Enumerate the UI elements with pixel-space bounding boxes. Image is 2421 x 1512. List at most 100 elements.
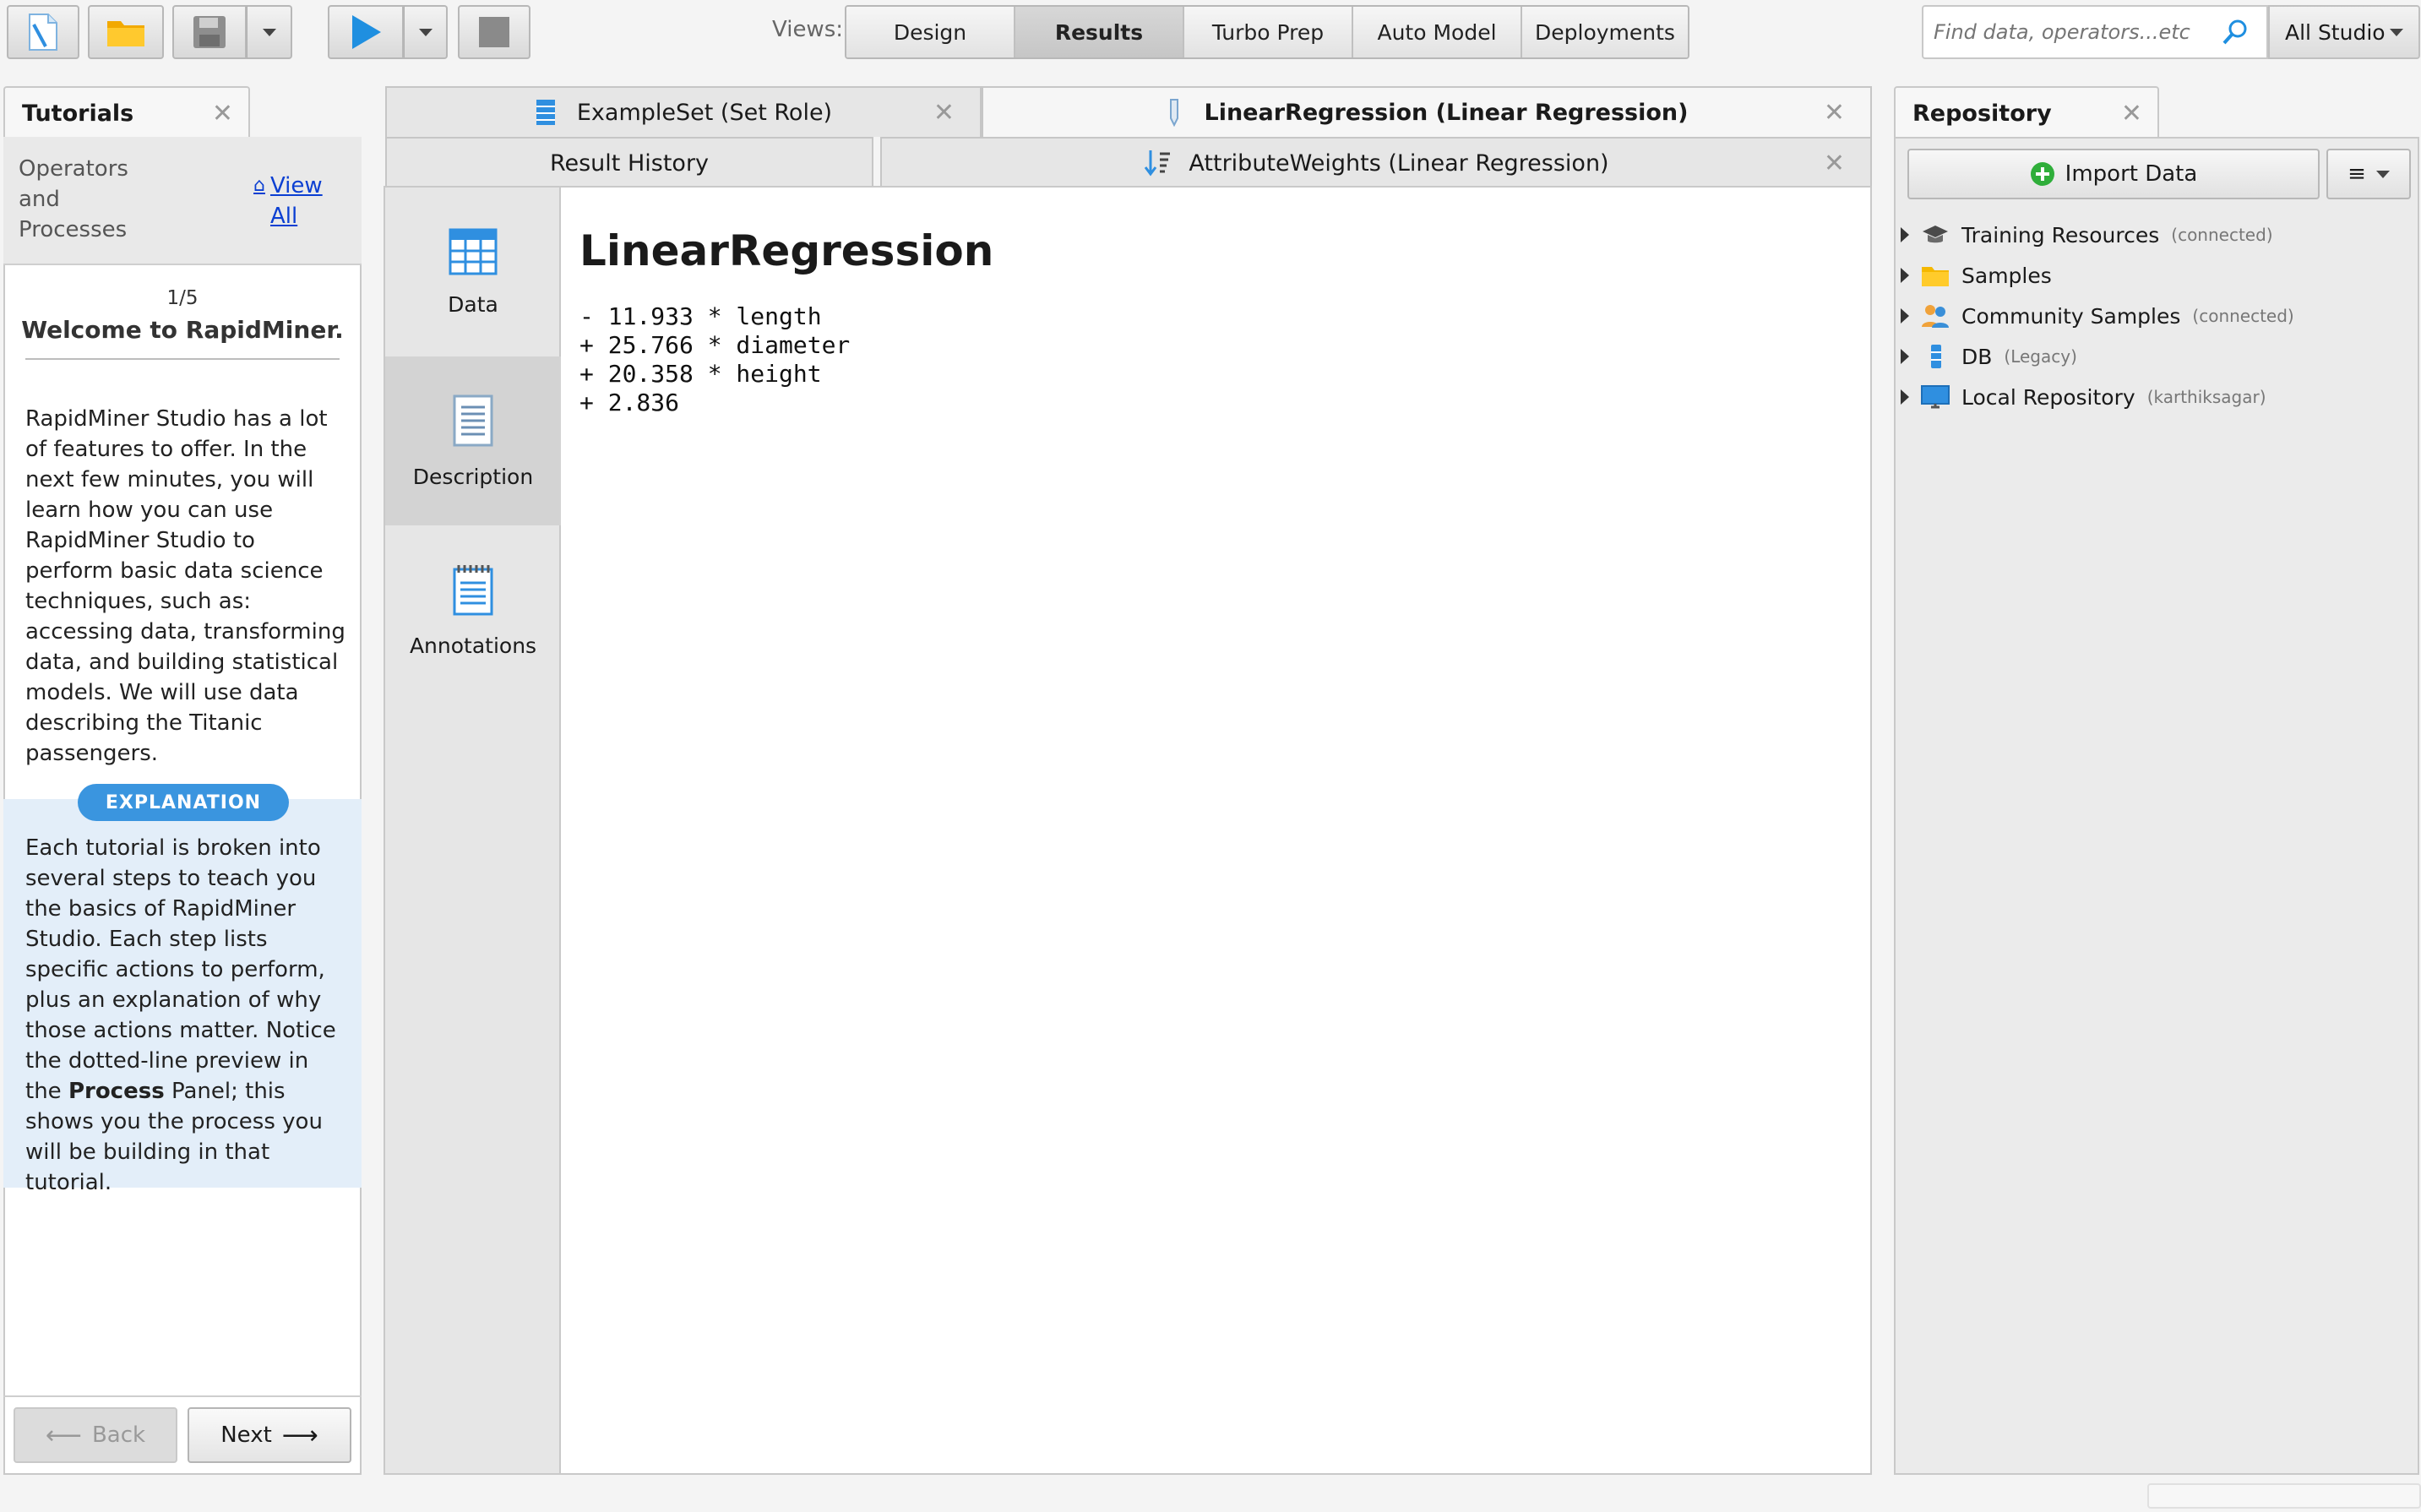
view-design-button[interactable]: Design [846,7,1015,57]
repo-item-note: (Legacy) [2004,346,2077,367]
repo-item-note: (karthiksagar) [2146,387,2266,407]
run-process-button[interactable] [328,5,404,59]
nav-annotations[interactable]: Annotations [385,525,561,694]
view-all-label: View All [269,173,323,229]
close-icon[interactable]: ✕ [1824,98,1845,128]
equation-line: + 20.358 * height [579,360,822,388]
repo-item-note: (connected) [2171,225,2273,245]
repository-tab-label: Repository [1912,100,2052,127]
nav-description[interactable]: Description [385,356,561,525]
view-turbo-prep-button[interactable]: Turbo Prep [1184,7,1353,57]
repo-item-local-repository[interactable]: Local Repository (karthiksagar) [1901,380,2266,414]
expand-arrow-icon[interactable] [1901,308,1909,324]
back-button-label: Back [91,1422,146,1448]
home-icon: ⌂ [253,175,265,196]
nav-data[interactable]: Data [385,188,561,356]
title-divider [25,358,340,360]
tab-linear-regression-label: LinearRegression (Linear Regression) [1204,99,1689,126]
expand-arrow-icon[interactable] [1901,268,1909,283]
tab-attribute-weights-label: AttributeWeights (Linear Regression) [1189,150,1609,177]
view-all-link[interactable]: ⌂ View All [253,171,346,231]
repo-item-label: Samples [1961,263,2052,288]
chevron-down-icon [262,28,276,36]
repo-item-label: Local Repository [1961,384,2135,410]
repository-menu-button[interactable]: ≡ [2326,149,2411,199]
tab-result-history[interactable]: Result History [385,137,873,188]
save-process-button[interactable] [172,5,247,59]
equation-line: - 11.933 * length [579,302,822,330]
model-icon [1169,99,1178,127]
stop-process-button[interactable] [458,5,530,59]
repo-item-db[interactable]: DB (Legacy) [1901,340,2077,373]
search-input[interactable] [1934,20,2221,44]
search-scope-label: All Studio [2285,19,2386,45]
close-icon[interactable]: ✕ [933,98,955,128]
chevron-down-icon [2375,170,2390,178]
new-file-icon [29,14,57,51]
tab-attribute-weights[interactable]: AttributeWeights (Linear Regression) ✕ [880,137,1872,188]
weights-icon [1145,150,1171,177]
repo-item-label: DB [1961,344,1993,369]
repo-item-note: (connected) [2192,306,2294,326]
tab-result-history-label: Result History [549,150,710,177]
expand-arrow-icon[interactable] [1901,389,1909,405]
close-icon[interactable]: ✕ [212,99,233,128]
new-process-button[interactable] [7,5,79,59]
tab-exampleset-label: ExampleSet (Set Role) [576,99,833,126]
back-button[interactable]: ⟵ Back [14,1407,177,1463]
arrow-right-icon: ⟶ [281,1420,318,1450]
view-results-button[interactable]: Results [1015,7,1184,57]
explanation-text-bold: Process [68,1079,165,1104]
tab-tutorials[interactable]: Tutorials ✕ [3,86,250,139]
next-button-label: Next [220,1422,272,1448]
tab-exampleset[interactable]: ExampleSet (Set Role) ✕ [385,86,982,137]
explanation-text-part1: Each tutorial is broken into several ste… [25,835,336,1104]
play-icon [352,15,381,49]
tutorial-category-label: Operators and Processes [19,156,128,242]
menu-icon: ≡ [2348,161,2366,187]
repo-item-label: Community Samples [1961,303,2181,329]
repo-item-training-resources[interactable]: Training Resources (connected) [1901,218,2273,252]
folder-open-icon [107,21,144,46]
tutorial-intro-text: RapidMiner Studio has a lot of features … [25,406,345,766]
notepad-icon [453,564,493,615]
close-icon[interactable]: ✕ [2121,99,2142,128]
repo-item-community-samples[interactable]: Community Samples (connected) [1901,299,2294,333]
expand-arrow-icon[interactable] [1901,349,1909,364]
nav-description-label: Description [412,464,534,489]
status-bar [2147,1483,2421,1509]
equation-line: + 2.836 [579,389,680,416]
import-data-button[interactable]: Import Data [1907,149,2320,199]
tab-linear-regression[interactable]: LinearRegression (Linear Regression) ✕ [982,86,1872,137]
stop-icon [479,17,509,47]
explanation-badge: EXPLANATION [78,784,289,821]
run-options-dropdown[interactable] [404,5,448,59]
repo-item-samples[interactable]: Samples [1901,258,2052,292]
database-icon [1931,345,1941,368]
next-button[interactable]: Next ⟶ [188,1407,351,1463]
nav-annotations-label: Annotations [409,633,537,658]
tab-repository[interactable]: Repository ✕ [1894,86,2159,139]
equation-line: + 25.766 * diameter [579,331,851,359]
search-icon[interactable] [2221,18,2250,46]
view-auto-model-button[interactable]: Auto Model [1353,7,1522,57]
expand-arrow-icon[interactable] [1901,227,1909,242]
close-icon[interactable]: ✕ [1824,149,1845,178]
exampleset-icon [536,100,555,125]
view-switcher: Design Results Turbo Prep Auto Model Dep… [845,5,1689,59]
chevron-down-icon [418,28,433,36]
open-process-button[interactable] [88,5,164,59]
views-label: Views: [772,17,844,42]
global-search [1922,5,2268,59]
search-scope-dropdown[interactable]: All Studio [2268,5,2420,59]
folder-icon [1922,267,1949,286]
result-view-nav: Data Description Annotations [385,188,561,1473]
document-icon [453,394,493,446]
nav-data-label: Data [448,291,498,317]
repo-item-label: Training Resources [1961,222,2160,247]
main-toolbar: Views: Design Results Turbo Prep Auto Mo… [0,0,2421,64]
save-icon [193,16,226,48]
arrow-left-icon: ⟵ [45,1420,82,1450]
view-deployments-button[interactable]: Deployments [1522,7,1688,57]
save-options-dropdown[interactable] [247,5,292,59]
